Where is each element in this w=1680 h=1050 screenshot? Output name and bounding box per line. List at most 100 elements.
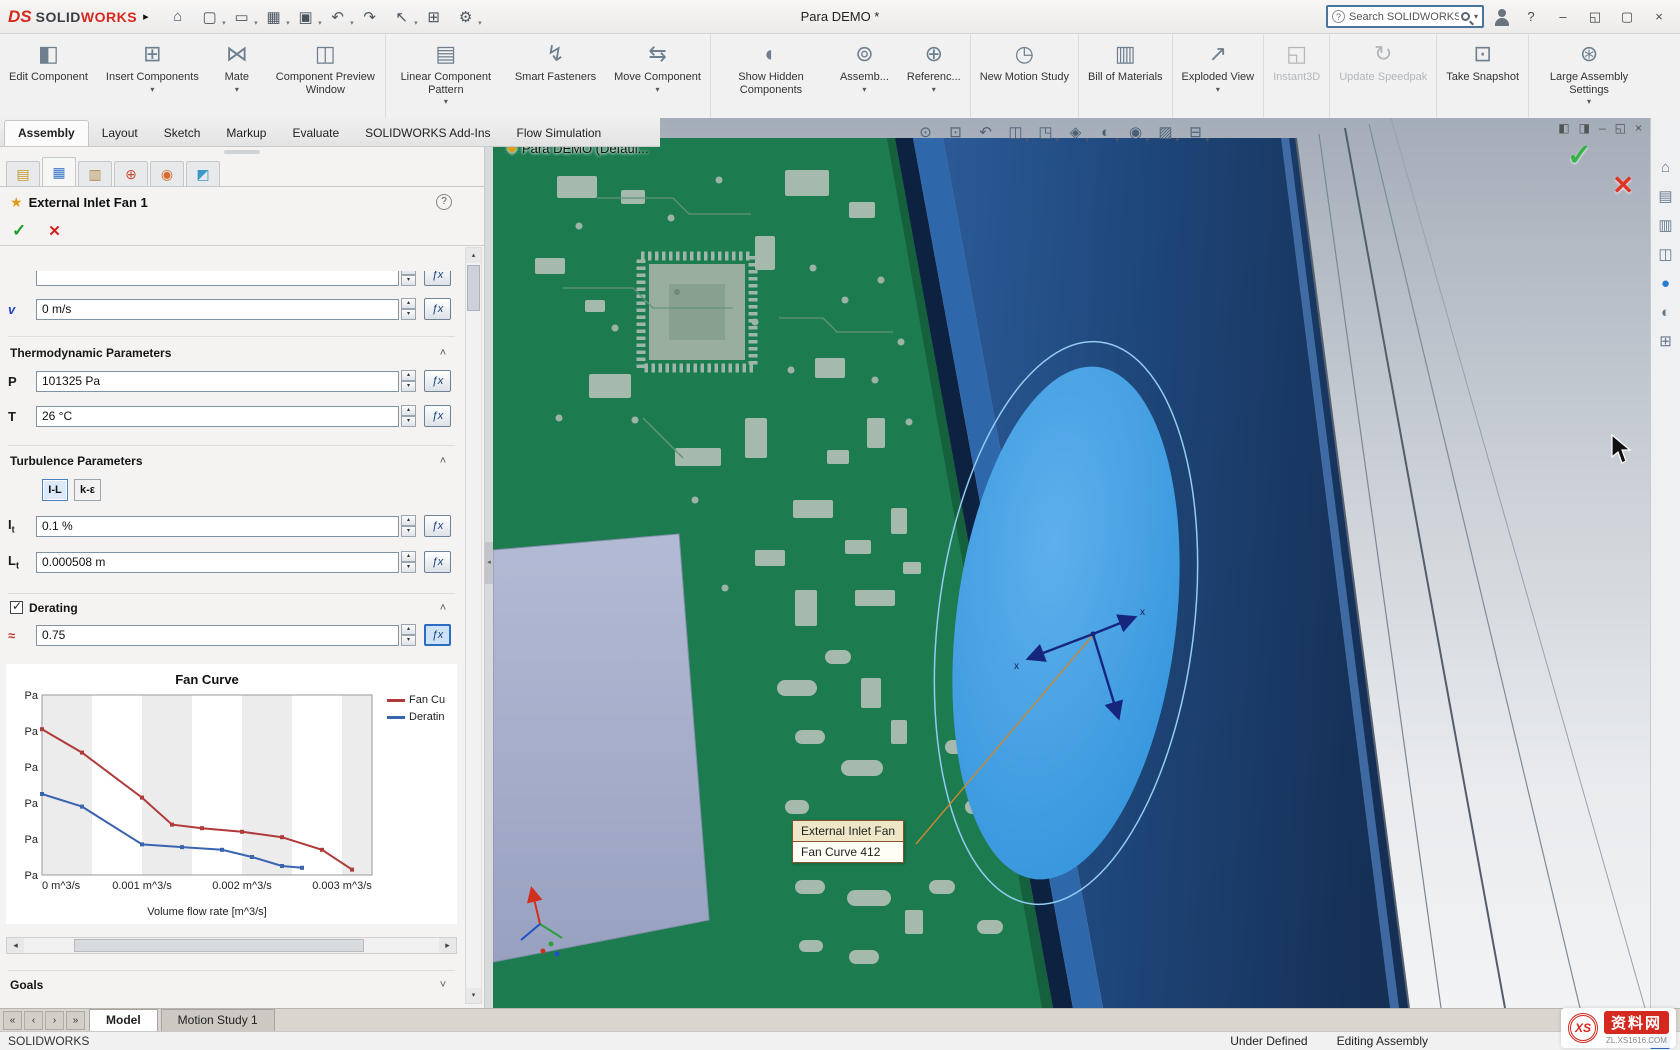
help-button[interactable]: ? [1520,9,1542,24]
scroll-left-icon[interactable]: ◂ [7,938,24,953]
model-tab-nav-button[interactable]: « [3,1011,22,1030]
ribbon-tab[interactable]: Evaluate [279,121,352,146]
turbulence-intensity-fx-button[interactable]: ƒx [424,515,451,537]
panel-ok-button[interactable]: ✓ [12,221,26,241]
manager-tab[interactable]: ⊕ [114,161,148,186]
task-pane-button[interactable]: ⌂ [1661,160,1670,175]
ribbon-command[interactable]: ⊕ Referenc... [898,34,971,118]
ribbon-command[interactable]: ◷ New Motion Study [971,34,1079,118]
turbulence-mode-button[interactable]: k-ε [74,479,101,501]
ribbon-command[interactable]: ⋈ Mate [208,34,266,118]
ribbon-tab[interactable]: Layout [89,121,151,146]
view-tool-button[interactable]: ⊟ [1183,121,1208,144]
toolbar-button[interactable]: ▦ [261,4,287,30]
view-tool-button[interactable]: ⊙ [913,121,938,144]
toolbar-button[interactable]: ⌂ [165,4,191,30]
collapse-thermodynamic-button[interactable] [433,347,453,359]
chart-horizontal-scrollbar[interactable]: ◂ ▸ [6,937,457,954]
splitter-collapse-handle[interactable]: ◂ [485,542,493,584]
ribbon-command[interactable]: ⊚ Assemb... [831,34,898,118]
temperature-fx-button[interactable]: ƒx [424,405,451,427]
velocity-spinner[interactable] [401,298,416,320]
toolbar-button[interactable]: ⚙ [453,4,479,30]
panel-help-button[interactable]: ? [436,194,452,210]
turbulence-intensity-input[interactable]: 0.1 % [36,516,399,537]
document-window-button[interactable]: ◨ [1579,121,1590,135]
collapse-turbulence-button[interactable] [433,455,453,467]
ribbon-command[interactable]: ↯ Smart Fasteners [506,34,605,118]
ribbon-command[interactable]: ⇆ Move Component [605,34,711,118]
toolbar-button[interactable]: ▭ [229,4,255,30]
minimize-button[interactable]: – [1552,9,1574,24]
search-input[interactable]: Search SOLIDWORKS Help [1349,11,1459,23]
fan-callout[interactable]: External Inlet Fan Fan Curve 412 [792,820,904,863]
scroll-down-icon[interactable]: ▾ [466,988,481,1003]
panel-cancel-button[interactable]: ✕ [48,222,61,240]
ribbon-tab[interactable]: Assembly [4,120,89,146]
document-window-button[interactable]: – [1599,121,1606,135]
search-icon[interactable] [1461,12,1470,21]
toolbar-button[interactable]: ▣ [293,4,319,30]
velocity-input[interactable]: 0 m/s [36,299,399,320]
toolbar-button[interactable]: ↷ [357,4,383,30]
view-tool-button[interactable]: ◉ [1123,121,1148,144]
derating-fx-button[interactable]: ƒx [424,624,451,646]
view-tool-button[interactable]: ◳ [1033,121,1058,144]
derating-factor-spinner[interactable] [401,624,416,646]
panel-vertical-scrollbar[interactable]: ▴ ▾ [465,247,482,1004]
turbulence-mode-button[interactable]: I-L [42,479,68,501]
toolbar-button[interactable]: ↶ [325,4,351,30]
task-pane-button[interactable]: ◫ [1658,247,1672,262]
ribbon-command[interactable]: ◧ Edit Component [0,34,97,118]
document-window-button[interactable]: ◧ [1558,121,1569,135]
manager-tab[interactable]: ▥ [78,161,112,186]
temperature-input[interactable]: 26 °C [36,406,399,427]
task-pane-button[interactable]: ▥ [1658,218,1672,233]
help-search-box[interactable]: ? Search SOLIDWORKS Help [1326,5,1484,28]
ribbon-tab[interactable]: Markup [213,121,279,146]
menu-expander-icon[interactable]: ▸ [143,10,149,23]
task-pane-button[interactable]: ⊞ [1659,334,1672,349]
confirm-cancel-button[interactable]: ✕ [1612,170,1634,201]
model-tab-nav-button[interactable]: ‹ [24,1011,43,1030]
turbulence-length-spinner[interactable] [401,551,416,573]
model-tab-nav-button[interactable]: » [66,1011,85,1030]
ribbon-command[interactable]: ⊡ Take Snapshot [1437,34,1529,118]
ribbon-command[interactable]: ⊞ Insert Components [97,34,208,118]
document-window-button[interactable]: × [1635,121,1642,135]
clipped-input[interactable] [36,271,399,286]
ribbon-command[interactable]: ↻ Update Speedpak [1330,34,1437,118]
toolbar-button[interactable]: ↖ [389,4,415,30]
manager-tab[interactable]: ▦ [42,157,76,186]
view-tool-button[interactable]: ◐ [1093,121,1118,144]
scroll-up-icon[interactable]: ▴ [466,248,481,263]
pressure-fx-button[interactable]: ƒx [424,370,451,392]
pressure-spinner[interactable] [401,370,416,392]
ribbon-tab[interactable]: Sketch [151,121,214,146]
document-window-button[interactable]: ◱ [1615,121,1626,135]
derating-factor-input[interactable]: 0.75 [36,625,399,646]
scrollbar-thumb[interactable] [74,939,365,952]
close-button[interactable]: × [1648,9,1670,24]
turbulence-length-fx-button[interactable]: ƒx [424,551,451,573]
view-tool-button[interactable]: ⊡ [943,121,968,144]
temperature-spinner[interactable] [401,405,416,427]
manager-tab[interactable]: ◉ [150,161,184,186]
pressure-input[interactable]: 101325 Pa [36,371,399,392]
model-tab[interactable]: Model [89,1009,158,1031]
model-tab[interactable]: Motion Study 1 [161,1009,275,1031]
toolbar-button[interactable]: ▢ [197,4,223,30]
graphics-area[interactable]: x x ◆ Para DEMO (Defaul... ⊙ [493,118,1650,1008]
ribbon-command[interactable]: ▥ Bill of Materials [1079,34,1173,118]
manager-tab[interactable]: ▤ [6,161,40,186]
ribbon-command[interactable]: ◐ Show Hidden Components [711,34,831,118]
view-tool-button[interactable]: ↶ [973,121,998,144]
ribbon-command[interactable]: ◱ Instant3D [1264,34,1330,118]
task-pane-button[interactable]: ● [1661,276,1670,291]
toolbar-button[interactable]: ⊞ [421,4,447,30]
panel-grip[interactable] [0,147,484,157]
panel-splitter[interactable]: ◂ [485,147,493,1008]
maximize-button[interactable]: ▢ [1616,9,1638,25]
ribbon-command[interactable]: ▤ Linear Component Pattern [386,34,506,118]
turbulence-intensity-spinner[interactable] [401,515,416,537]
